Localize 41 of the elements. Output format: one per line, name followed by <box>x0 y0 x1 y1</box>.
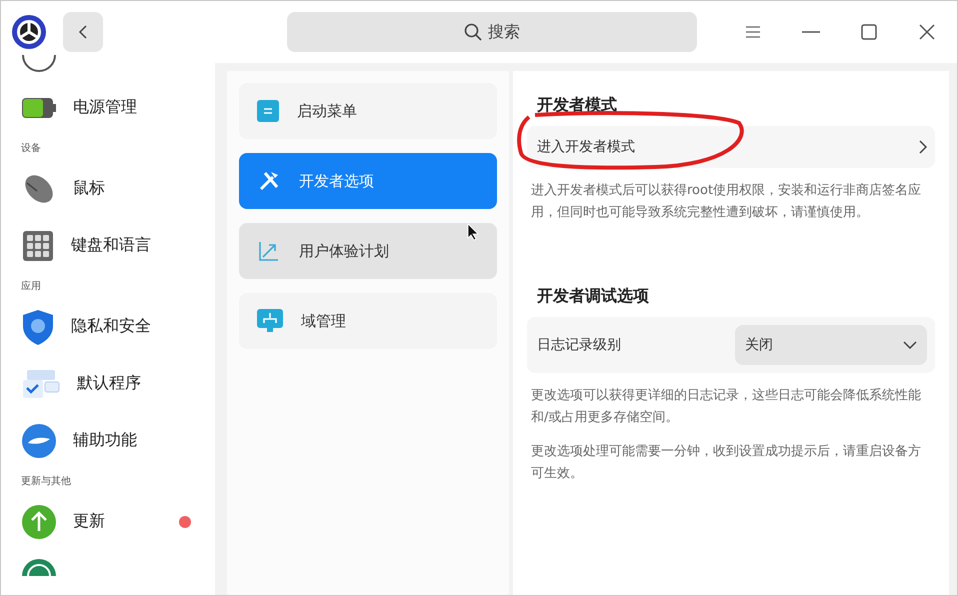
section-header: 更新与其他 <box>21 474 72 489</box>
mouse-cursor <box>467 223 479 241</box>
menu-list-icon <box>257 100 279 122</box>
trend-arrow-icon <box>257 239 281 263</box>
description-text: 进入开发者模式后可以获得root使用权限，安装和运行非商店签名应用，但同时也可能导致系统完整性遭到破坏，请谨慎使用。 <box>530 182 922 222</box>
description-text: 更改选项处理可能需要一分钟，收到设置成功提示后，请重启设备方可生效。 <box>530 443 922 483</box>
chevron-right-icon <box>919 140 927 154</box>
search-icon <box>464 23 482 41</box>
tools-icon <box>257 169 281 193</box>
sidebar-item[interactable]: 电源管理 <box>21 79 215 136</box>
sidebar-item[interactable]: 更新 <box>21 493 215 550</box>
section-header: 设备 <box>21 142 42 156</box>
window-check-icon <box>21 368 61 400</box>
maximize-icon <box>861 24 877 40</box>
close-icon <box>919 24 935 40</box>
chevron-down-icon <box>903 341 917 349</box>
description-text: 更改选项可以获得更详细的日志记录，这些日志可能会降低系统性能和/或占用更多存储空间。 <box>530 387 922 427</box>
sidebar-item[interactable]: 键盘和语言 <box>21 217 215 274</box>
menu-item[interactable]: 启动菜单 <box>239 83 497 139</box>
shield-icon <box>21 308 55 346</box>
app-logo <box>11 14 47 50</box>
battery-icon <box>21 96 57 120</box>
keyboard-icon <box>21 228 55 262</box>
section-header: 应用 <box>21 280 42 294</box>
section-title: 开发者调试选项 <box>536 286 650 307</box>
network-icon <box>257 309 283 333</box>
section-title: 开发者模式 <box>536 95 618 116</box>
menu-icon <box>745 25 761 39</box>
row-label: 日志记录级别 <box>537 336 621 354</box>
sidebar-item[interactable]: 默认程序 <box>21 355 215 412</box>
chevron-left-icon <box>78 25 88 39</box>
sidebar-item[interactable]: 辅助功能 <box>21 412 215 469</box>
menu-item[interactable]: 用户体验计划 <box>239 223 497 279</box>
minimize-icon <box>802 31 820 33</box>
menu-item[interactable]: 域管理 <box>239 293 497 349</box>
settings-row[interactable]: 进入开发者模式 <box>527 126 935 168</box>
search-field[interactable]: 搜索 <box>287 12 697 52</box>
sidebar-item[interactable]: 隐私和安全 <box>21 298 215 355</box>
sidebar-item[interactable]: 鼠标 <box>21 160 215 217</box>
dropdown[interactable]: 关闭 <box>735 325 927 365</box>
menu-item[interactable]: 开发者选项 <box>239 153 497 209</box>
